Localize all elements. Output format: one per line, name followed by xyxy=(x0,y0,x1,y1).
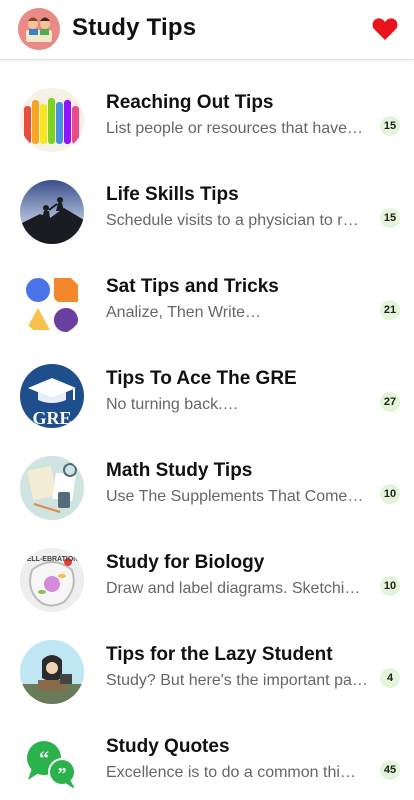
count-badge: 21 xyxy=(380,300,400,320)
item-title: Math Study Tips xyxy=(106,460,253,481)
count-badge: 15 xyxy=(380,208,400,228)
svg-text:“: “ xyxy=(39,748,49,770)
raised-hands-icon xyxy=(20,88,84,152)
item-subtitle: Draw and label diagrams. Sketchi… xyxy=(106,580,361,597)
list-item-tips-for-the-lazy-student[interactable]: Tips for the Lazy Student Study? But her… xyxy=(0,614,414,706)
heart-icon xyxy=(372,18,398,40)
count-badge: 45 xyxy=(380,760,400,780)
item-subtitle: No turning back.… xyxy=(106,396,239,413)
item-title: Study for Biology xyxy=(106,552,265,573)
list-item-math-study-tips[interactable]: Math Study Tips Use The Supplements That… xyxy=(0,430,414,522)
kids-reading-icon xyxy=(18,8,60,50)
math-desk-icon xyxy=(20,456,84,520)
count-badge: 27 xyxy=(380,392,400,412)
item-title: Reaching Out Tips xyxy=(106,92,274,113)
svg-text:CELL-EBRATION: CELL-EBRATION xyxy=(22,556,79,563)
item-title: Tips To Ace The GRE xyxy=(106,368,297,389)
list-item-sat-tips-and-tricks[interactable]: Sat Tips and Tricks Analize, Then Write…… xyxy=(0,246,414,338)
item-subtitle: Excellence is to do a common thi… xyxy=(106,764,356,781)
item-title: Sat Tips and Tricks xyxy=(106,276,279,297)
item-subtitle: Schedule visits to a physician to r… xyxy=(106,212,359,229)
app-bar: Study Tips xyxy=(0,0,414,60)
list-item-life-skills-tips[interactable]: Life Skills Tips Schedule visits to a ph… xyxy=(0,154,414,246)
item-title: Life Skills Tips xyxy=(106,184,239,205)
svg-text:”: ” xyxy=(58,764,67,784)
list-item-study-quotes[interactable]: “ ” Study Quotes Excellence is to do a c… xyxy=(0,706,414,798)
count-badge: 15 xyxy=(380,116,400,136)
item-subtitle: Use The Supplements That Come… xyxy=(106,488,364,505)
app-title: Study Tips xyxy=(72,14,197,41)
item-title: Tips for the Lazy Student xyxy=(106,644,333,665)
tips-list: Reaching Out Tips List people or resourc… xyxy=(0,62,414,798)
colorful-shapes-icon xyxy=(20,272,84,336)
count-badge: 10 xyxy=(380,576,400,596)
list-item-study-for-biology[interactable]: CELL-EBRATION Study for Biology Draw and… xyxy=(0,522,414,614)
item-subtitle: Analize, Then Write… xyxy=(106,304,262,321)
item-subtitle: List people or resources that have… xyxy=(106,120,364,137)
list-item-tips-to-ace-the-gre[interactable]: GRE Tips To Ace The GRE No turning back.… xyxy=(0,338,414,430)
count-badge: 4 xyxy=(380,668,400,688)
item-title: Study Quotes xyxy=(106,736,230,757)
svg-text:GRE: GRE xyxy=(32,408,71,428)
item-subtitle: Study? But here's the important pa… xyxy=(106,672,368,689)
sleepy-student-icon xyxy=(20,640,84,704)
cell-biology-icon: CELL-EBRATION xyxy=(20,548,84,612)
favorites-button[interactable] xyxy=(370,14,400,44)
quote-bubble-icon: “ ” xyxy=(20,732,84,796)
count-badge: 10 xyxy=(380,484,400,504)
gre-graduation-cap-icon: GRE xyxy=(20,364,84,428)
list-item-reaching-out-tips[interactable]: Reaching Out Tips List people or resourc… xyxy=(0,62,414,154)
mountain-climbers-icon xyxy=(20,180,84,244)
